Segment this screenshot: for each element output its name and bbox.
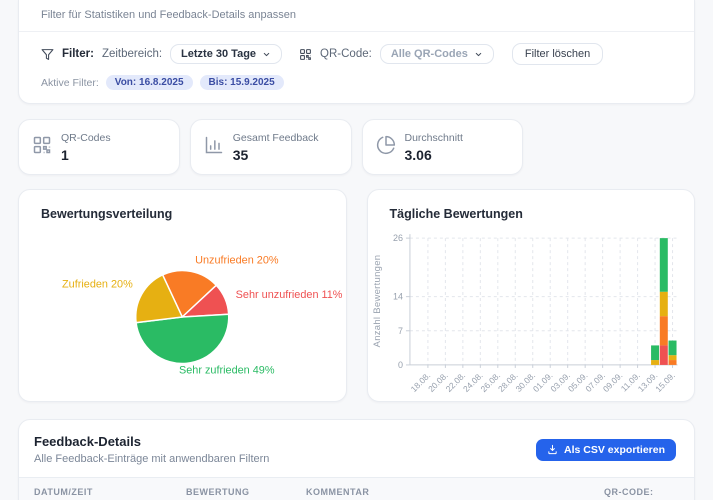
chevron-down-icon: [474, 50, 483, 59]
active-filters-row: Aktive Filter: Von: 16.8.2025 Bis: 15.9.…: [19, 65, 694, 103]
column-header-datum-zeit: DATUM/ZEIT: [19, 478, 186, 500]
feedback-details-subtitle: Alle Feedback-Einträge mit anwendbaren F…: [34, 453, 269, 465]
stat-card-gesamt-feedback: Gesamt Feedback 35: [190, 119, 352, 175]
bar-14.09.-segment-0: [659, 345, 667, 365]
qr-code-select-value: Alle QR-Codes: [391, 48, 468, 60]
pie-slice-label-0: Unzufrieden 20%: [195, 255, 279, 267]
x-axis-label: 15.09.: [653, 370, 677, 394]
pie-slice-label-1: Sehr unzufrieden 11%: [236, 289, 343, 301]
stats-row: QR-Codes 1 Gesamt Feedback 35 Durchschni…: [18, 119, 695, 175]
feedback-table: DATUM/ZEIT BEWERTUNG KOMMENTAR QR-CODE: …: [19, 477, 695, 500]
bar-14.09.-segment-1: [659, 316, 667, 345]
pie-chart-title: Bewertungsverteilung: [19, 190, 346, 227]
y-axis-tick-label: 0: [397, 360, 402, 370]
stat-text: Durchschnitt 3.06: [405, 132, 463, 163]
feedback-details-title: Feedback-Details: [34, 434, 269, 449]
feedback-details-card: Feedback-Details Alle Feedback-Einträge …: [18, 419, 695, 500]
feedback-details-header: Feedback-Details Alle Feedback-Einträge …: [19, 420, 694, 477]
bar-14.09.-segment-3: [659, 238, 667, 292]
clear-filters-button[interactable]: Filter löschen: [512, 43, 603, 65]
feedback-details-titles: Feedback-Details Alle Feedback-Einträge …: [34, 434, 269, 465]
stat-label: Durchschnitt: [405, 132, 463, 144]
active-filters-label: Aktive Filter:: [41, 77, 99, 89]
download-icon: [547, 444, 558, 455]
column-header-qr-code: QR-CODE:: [604, 478, 695, 500]
funnel-icon: [41, 48, 54, 61]
bar-chart-title: Tägliche Bewertungen: [368, 190, 695, 227]
bar-15.09.-segment-1: [668, 355, 676, 360]
stat-label: Gesamt Feedback: [233, 132, 319, 144]
bar-15.09.-segment-0: [668, 360, 676, 365]
y-axis-tick-label: 14: [392, 292, 402, 302]
active-filter-from-chip: Von: 16.8.2025: [106, 75, 193, 90]
pie-chart-icon: [376, 135, 396, 160]
bar-chart-icon: [204, 135, 224, 160]
feedback-table-header-row: DATUM/ZEIT BEWERTUNG KOMMENTAR QR-CODE:: [19, 478, 695, 500]
pie-slice-label-3: Zufrieden 20%: [62, 278, 133, 290]
filter-panel-subtitle: Filter für Statistiken und Feedback-Deta…: [41, 9, 296, 21]
qr-code-icon: [32, 135, 52, 160]
zeitbereich-select[interactable]: Letzte 30 Tage: [170, 44, 282, 64]
stat-card-qr-codes: QR-Codes 1: [18, 119, 180, 175]
filter-panel-header: Filter für Statistiken und Feedback-Deta…: [19, 0, 694, 32]
export-csv-button[interactable]: Als CSV exportieren: [536, 439, 676, 461]
stat-text: Gesamt Feedback 35: [233, 132, 319, 163]
stat-value: 3.06: [405, 147, 463, 163]
zeitbereich-label: Zeitbereich:: [102, 48, 162, 60]
export-csv-button-label: Als CSV exportieren: [564, 444, 665, 456]
column-header-bewertung: BEWERTUNG: [186, 478, 306, 500]
stat-label: QR-Codes: [61, 132, 111, 144]
filter-label: Filter:: [62, 48, 94, 60]
y-axis-tick-label: 26: [392, 233, 402, 243]
bar-14.09.-segment-2: [659, 292, 667, 316]
bar-15.09.-segment-2: [668, 341, 676, 356]
bar-13.09.-segment-1: [651, 345, 659, 360]
zeitbereich-select-value: Letzte 30 Tage: [181, 48, 256, 60]
filter-panel: Filter für Statistiken und Feedback-Deta…: [18, 0, 695, 104]
qr-code-small-icon: [299, 48, 312, 61]
stat-card-durchschnitt: Durchschnitt 3.06: [362, 119, 524, 175]
stat-text: QR-Codes 1: [61, 132, 111, 163]
daily-ratings-bar-chart: 18.08.20.08.22.08.24.08.26.08.28.08.30.0…: [368, 227, 695, 402]
qr-code-select[interactable]: Alle QR-Codes: [380, 44, 494, 64]
stat-value: 35: [233, 147, 319, 163]
rating-distribution-pie-chart: Unzufrieden 20% Sehr unzufrieden 11% Sehr …: [19, 227, 346, 402]
daily-ratings-card: Tägliche Bewertungen 18.08.20.08.22.08.2…: [367, 189, 696, 402]
y-axis-title: Anzahl Bewertungen: [371, 255, 382, 348]
active-filter-to-chip: Bis: 15.9.2025: [200, 75, 284, 90]
column-header-kommentar: KOMMENTAR: [306, 478, 604, 500]
pie-slice-label-2: Sehr zufrieden 49%: [179, 364, 275, 376]
y-axis-tick-label: 7: [397, 326, 402, 336]
chevron-down-icon: [262, 50, 271, 59]
x-axis-label: 09.09.: [600, 370, 624, 394]
qr-code-label: QR-Code:: [320, 48, 372, 60]
stat-value: 1: [61, 147, 111, 163]
charts-row: Bewertungsverteilung Unzufrieden 20% Sehr…: [18, 189, 695, 402]
dashboard-page: Filter für Statistiken und Feedback-Deta…: [0, 0, 713, 500]
filter-controls-row: Filter: Zeitbereich: Letzte 30 Tage QR-C…: [19, 32, 694, 65]
bar-13.09.-segment-0: [651, 360, 659, 365]
rating-distribution-card: Bewertungsverteilung Unzufrieden 20% Sehr…: [18, 189, 347, 402]
